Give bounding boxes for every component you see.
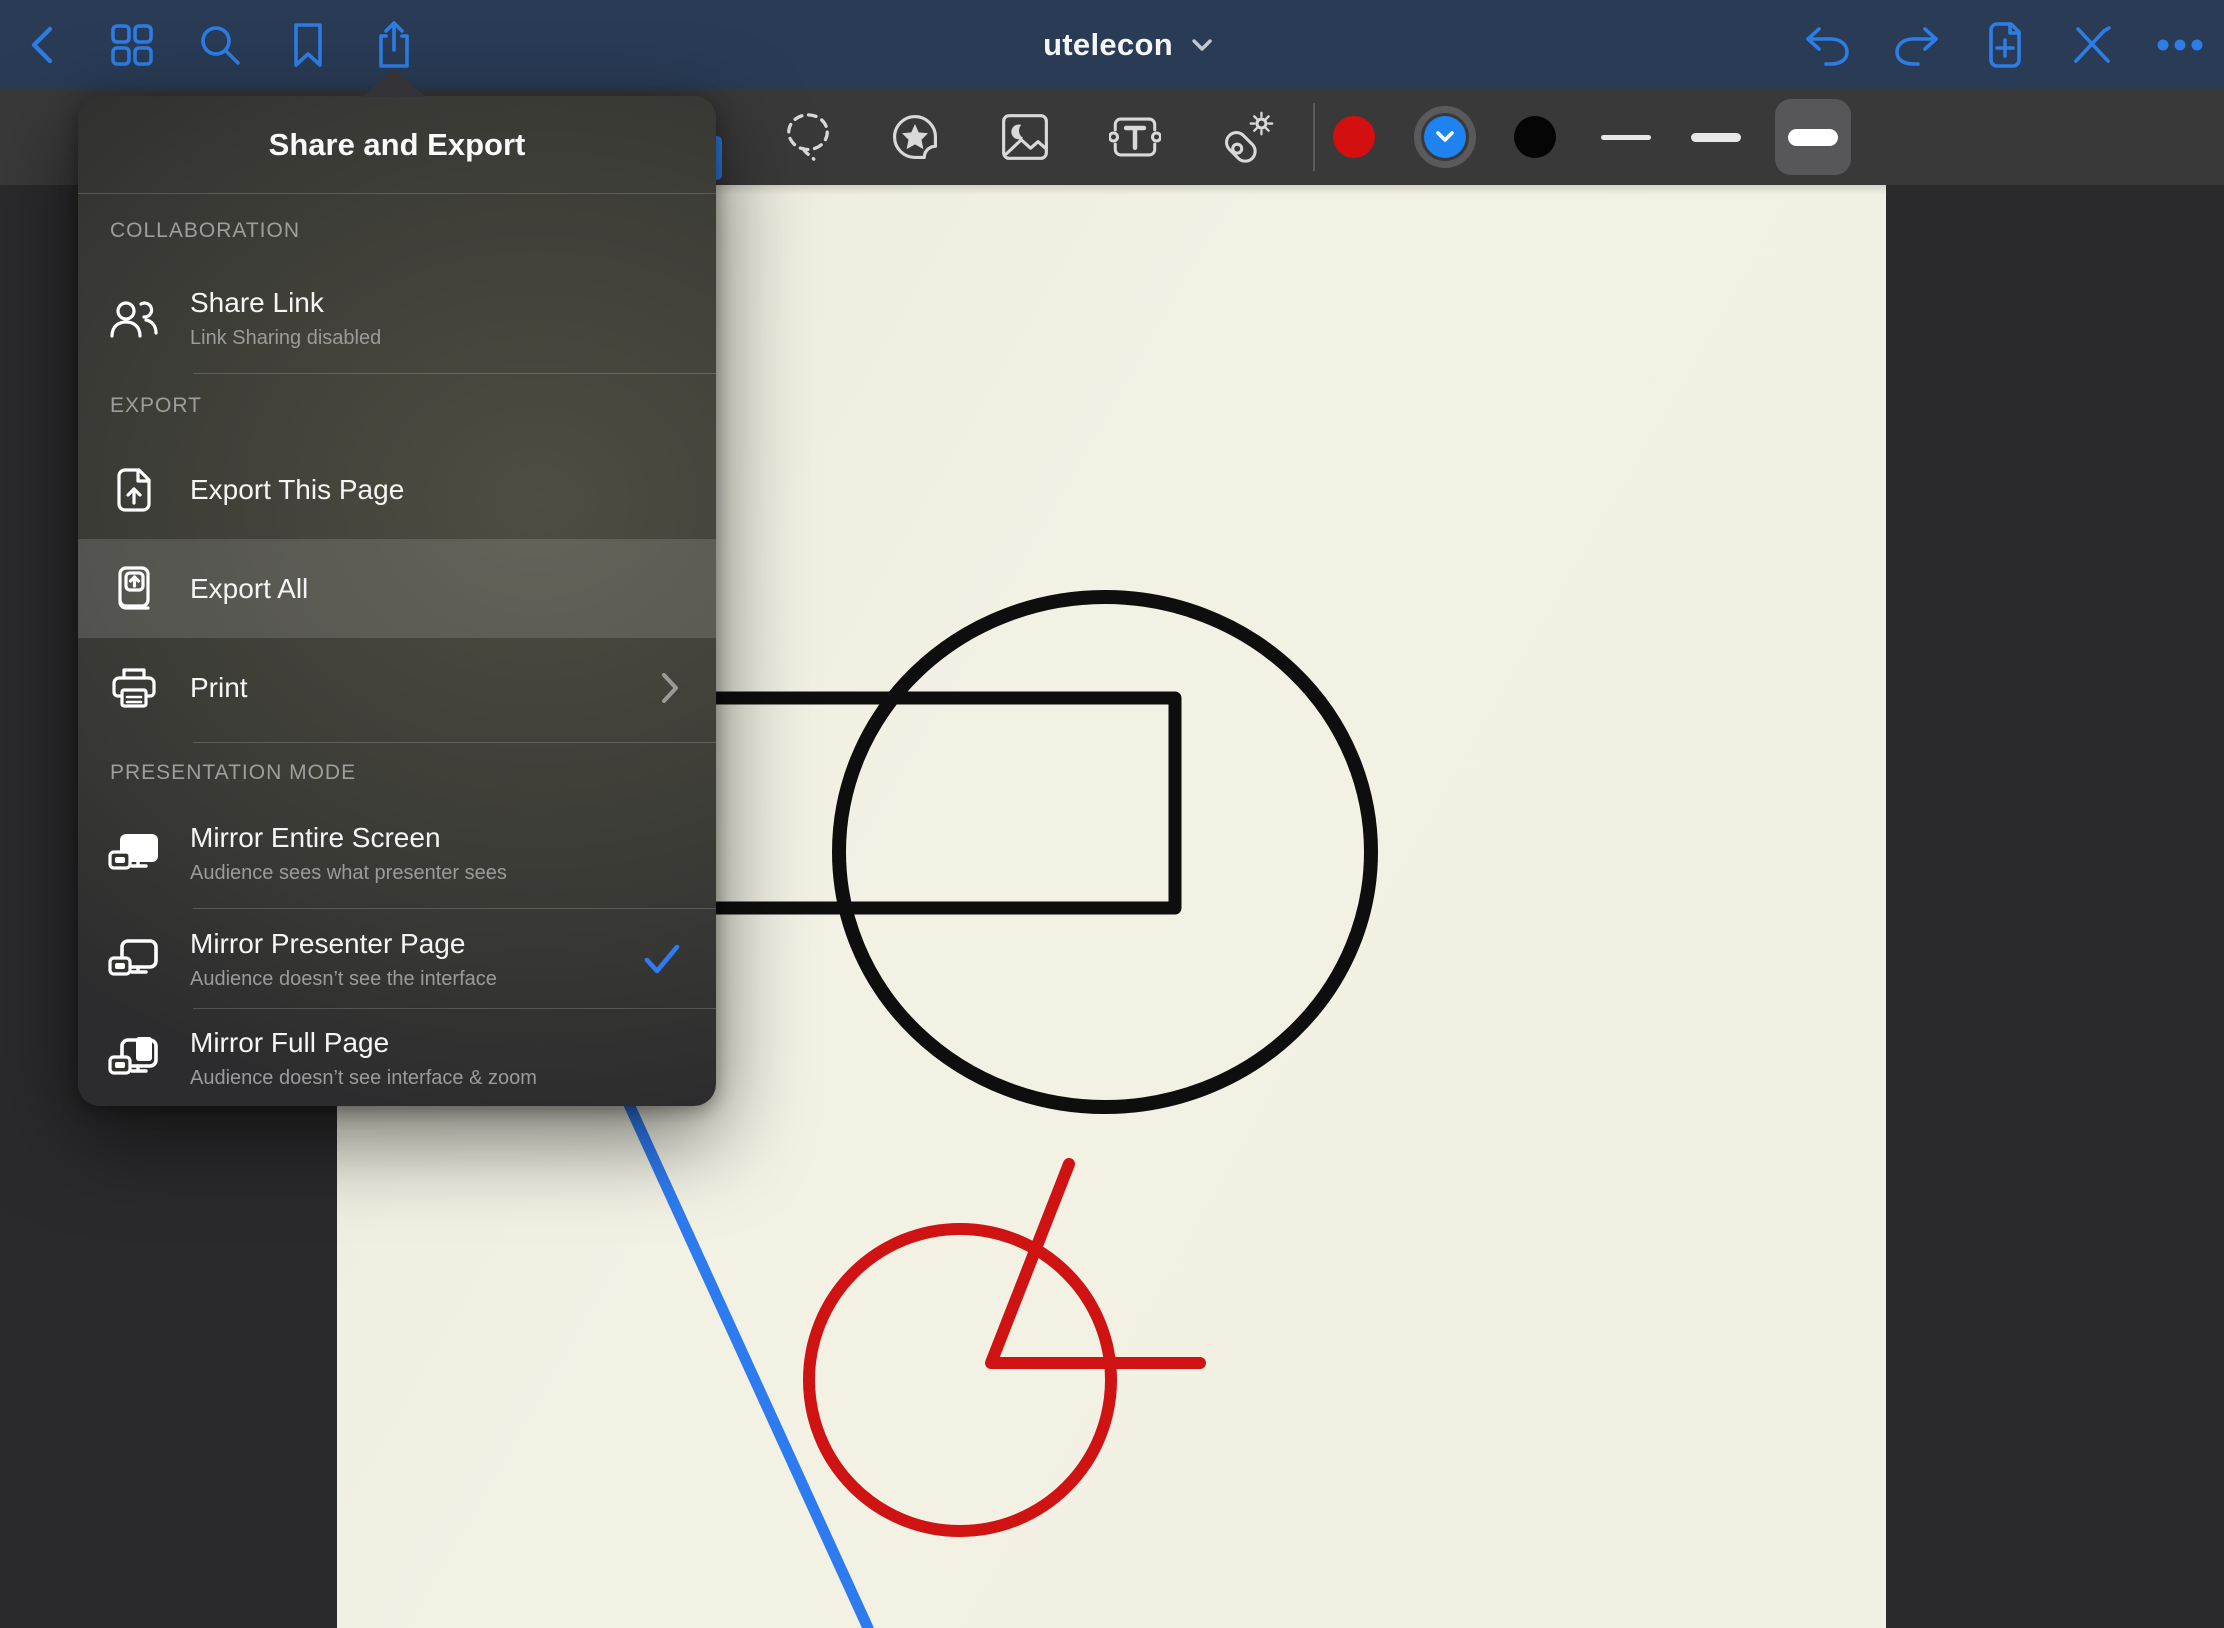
share-button[interactable] bbox=[370, 21, 418, 69]
undo-button[interactable] bbox=[1803, 21, 1851, 69]
export-all-label: Export All bbox=[190, 569, 716, 609]
section-header-export: EXPORT bbox=[110, 391, 696, 421]
chevron-down-icon bbox=[1436, 131, 1454, 143]
menu-item-export-this-page[interactable]: Export This Page bbox=[78, 441, 716, 539]
divider bbox=[193, 742, 716, 743]
mirror-entire-screen-desc: Audience sees what presenter sees bbox=[190, 858, 716, 889]
mirror-full-page-desc: Audience doesn’t see interface & zoom bbox=[190, 1063, 716, 1094]
divider bbox=[78, 193, 716, 194]
add-page-icon bbox=[1985, 20, 2025, 70]
menu-item-share-link[interactable]: Share Link Link Sharing disabled bbox=[78, 266, 716, 370]
more-icon bbox=[2156, 38, 2204, 52]
color-swatch-black[interactable] bbox=[1514, 116, 1556, 158]
laser-pointer-button[interactable] bbox=[1222, 101, 1274, 173]
image-tool-button[interactable] bbox=[999, 101, 1051, 173]
stroke-width-thick bbox=[1788, 129, 1838, 146]
redo-button[interactable] bbox=[1893, 21, 1941, 69]
add-page-button[interactable] bbox=[1981, 21, 2029, 69]
text-tool-icon bbox=[1109, 109, 1161, 165]
undo-icon bbox=[1803, 23, 1851, 67]
chevron-down-icon bbox=[1191, 38, 1213, 52]
mirror-screen-icon bbox=[78, 830, 190, 876]
menu-item-mirror-full-page[interactable]: Mirror Full Page Audience doesn’t see in… bbox=[78, 1010, 716, 1106]
color-swatch-blue bbox=[1424, 116, 1466, 158]
menu-item-print[interactable]: Print bbox=[78, 638, 716, 738]
redo-icon bbox=[1893, 23, 1941, 67]
more-button[interactable] bbox=[2156, 21, 2204, 69]
mirror-entire-screen-label: Mirror Entire Screen bbox=[190, 818, 716, 858]
search-button[interactable] bbox=[196, 21, 244, 69]
checkmark-icon bbox=[644, 944, 680, 974]
thumbnails-icon bbox=[109, 22, 155, 68]
sticker-tool-button[interactable] bbox=[889, 101, 941, 173]
stroke-width-thin[interactable] bbox=[1601, 135, 1651, 140]
color-swatch-red[interactable] bbox=[1333, 116, 1375, 158]
laser-pointer-icon bbox=[1222, 108, 1274, 166]
mirror-presenter-page-desc: Audience doesn’t see the interface bbox=[190, 964, 644, 995]
divider bbox=[193, 1008, 716, 1009]
section-header-presentation-mode: PRESENTATION MODE bbox=[110, 758, 696, 788]
people-icon bbox=[78, 296, 190, 340]
back-icon bbox=[24, 21, 60, 69]
thumbnails-button[interactable] bbox=[108, 21, 156, 69]
toolbar-separator bbox=[1313, 103, 1315, 171]
print-icon bbox=[78, 666, 190, 710]
stroke-width-thick-selected[interactable] bbox=[1775, 99, 1851, 175]
menu-item-mirror-presenter-page[interactable]: Mirror Presenter Page Audience doesn’t s… bbox=[78, 910, 716, 1008]
navigation-bar: utelecon bbox=[0, 0, 2224, 90]
image-icon bbox=[999, 109, 1051, 165]
export-page-icon bbox=[78, 466, 190, 514]
text-tool-button[interactable] bbox=[1109, 101, 1161, 173]
share-export-popover: Share and Export COLLABORATION Share Lin… bbox=[78, 96, 716, 1106]
menu-item-mirror-entire-screen[interactable]: Mirror Entire Screen Audience sees what … bbox=[78, 798, 716, 908]
share-icon bbox=[373, 20, 415, 70]
export-all-icon bbox=[78, 564, 190, 614]
lasso-icon bbox=[782, 108, 834, 166]
document-title-button[interactable]: utelecon bbox=[1043, 0, 1213, 90]
divider bbox=[193, 373, 716, 374]
share-link-label: Share Link bbox=[190, 283, 716, 323]
menu-item-export-all[interactable]: Export All bbox=[78, 539, 716, 638]
share-link-status: Link Sharing disabled bbox=[190, 323, 716, 354]
back-button[interactable] bbox=[18, 21, 66, 69]
document-title: utelecon bbox=[1043, 27, 1173, 63]
stroke-width-medium[interactable] bbox=[1691, 133, 1741, 142]
sticker-icon bbox=[889, 109, 941, 165]
disable-pen-icon bbox=[2070, 23, 2114, 67]
chevron-right-icon bbox=[660, 671, 680, 705]
bookmark-icon bbox=[288, 21, 328, 69]
color-swatch-blue-selected[interactable] bbox=[1414, 106, 1476, 168]
disable-pen-button[interactable] bbox=[2068, 21, 2116, 69]
popover-title: Share and Export bbox=[78, 96, 716, 193]
mirror-full-icon bbox=[78, 1035, 190, 1081]
mirror-full-page-label: Mirror Full Page bbox=[190, 1023, 716, 1063]
export-this-page-label: Export This Page bbox=[190, 470, 716, 510]
mirror-presenter-page-label: Mirror Presenter Page bbox=[190, 924, 644, 964]
divider bbox=[193, 908, 716, 909]
mirror-presenter-icon bbox=[78, 936, 190, 982]
search-icon bbox=[197, 22, 243, 68]
bookmark-button[interactable] bbox=[284, 21, 332, 69]
section-header-collaboration: COLLABORATION bbox=[110, 216, 696, 246]
lasso-tool-button[interactable] bbox=[782, 101, 834, 173]
app-screen: utelecon bbox=[0, 0, 2224, 1628]
print-label: Print bbox=[190, 668, 660, 708]
